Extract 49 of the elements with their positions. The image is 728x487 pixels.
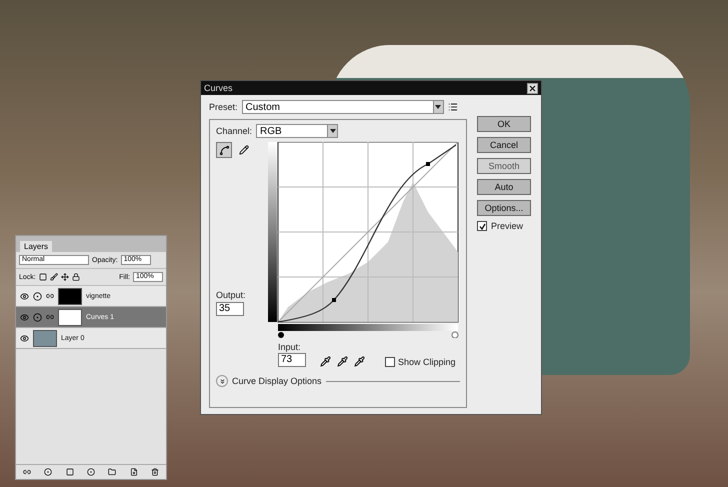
eyedropper-icon[interactable] [354, 356, 365, 367]
adjustment-icon [33, 292, 42, 300]
lock-pixels-icon[interactable] [38, 273, 47, 281]
curve-icon [218, 144, 230, 156]
channel-dropdown[interactable]: RGB [256, 124, 338, 138]
display-options-label: Curve Display Options [232, 376, 322, 386]
dialog-button[interactable]: OK [477, 116, 531, 132]
brush-icon[interactable] [50, 273, 58, 281]
trash-icon[interactable] [151, 468, 160, 476]
dialog-button[interactable]: Options... [477, 200, 531, 216]
caret-icon [327, 125, 338, 137]
input-label: Input: [278, 342, 302, 352]
layers-tab[interactable]: Layers [20, 241, 52, 252]
channel-label: Channel: [216, 126, 252, 136]
adjustment-icon[interactable] [86, 468, 95, 476]
tool-button[interactable] [216, 142, 232, 158]
output-field[interactable]: 35 [216, 302, 244, 316]
input-slider-track[interactable] [278, 324, 458, 338]
input-field[interactable]: 73 [278, 353, 306, 367]
eye-icon[interactable] [20, 292, 29, 300]
preset-dropdown[interactable]: Custom [242, 100, 444, 114]
show-clipping-label: Show Clipping [398, 357, 456, 367]
close-button[interactable] [527, 82, 538, 94]
adjustment-icon [33, 312, 42, 322]
new-layer-icon[interactable] [130, 468, 138, 476]
eyedropper-icon[interactable] [320, 356, 331, 367]
input-slider-handle[interactable] [452, 332, 458, 338]
move-icon[interactable] [60, 273, 69, 281]
output-label: Output: [216, 290, 247, 300]
preview-label: Preview [491, 221, 524, 231]
pencil-icon [239, 145, 249, 155]
link-icon[interactable] [22, 468, 31, 476]
caret-icon [432, 101, 443, 113]
preview-checkbox[interactable] [477, 221, 487, 231]
lock-icon[interactable] [72, 273, 80, 281]
input-slider-handle[interactable] [278, 332, 284, 338]
folder-icon[interactable] [108, 468, 116, 476]
mask-icon[interactable] [66, 468, 74, 476]
link-icon [46, 292, 54, 300]
link-icon [46, 313, 54, 321]
show-clipping-checkbox[interactable] [385, 357, 395, 367]
dialog-button[interactable]: Auto [477, 179, 531, 195]
preset-label: Preset: [209, 102, 238, 112]
eye-icon[interactable] [20, 334, 29, 342]
eyedropper-icon[interactable] [337, 356, 348, 367]
layer-thumbnail [33, 330, 57, 346]
window-title: Curves [204, 83, 233, 93]
dialog-button[interactable]: Cancel [477, 137, 531, 153]
expand-icon[interactable] [216, 375, 228, 387]
